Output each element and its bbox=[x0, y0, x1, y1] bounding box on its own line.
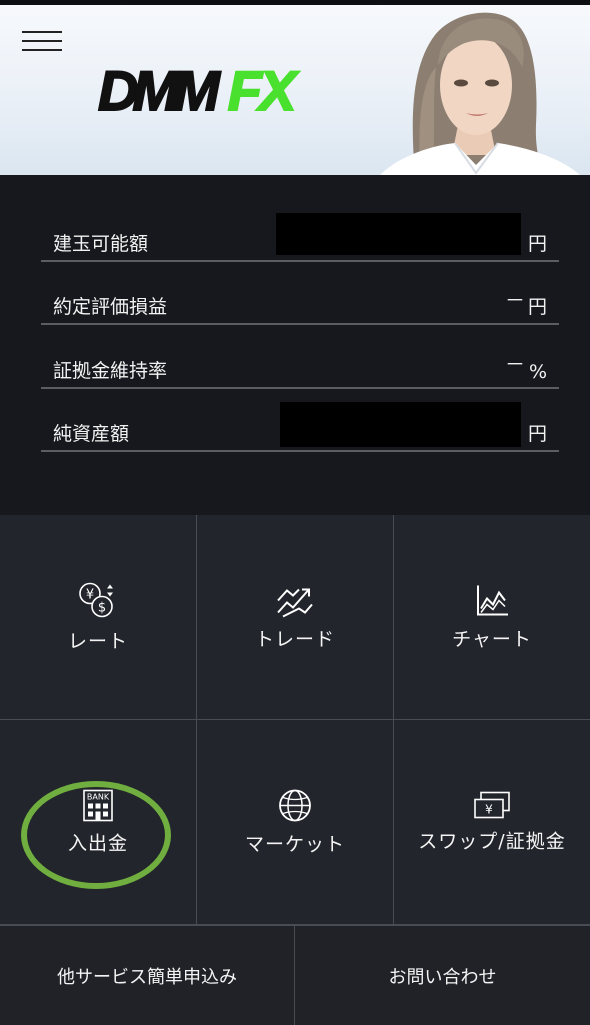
account-row-unit: % bbox=[528, 361, 547, 383]
account-row-value: － bbox=[505, 288, 525, 312]
account-row-label: 建玉可能額 bbox=[53, 233, 149, 255]
menu-item-chart[interactable]: チャート bbox=[394, 515, 590, 720]
menu-item-trade[interactable]: トレード bbox=[197, 515, 394, 720]
globe-icon bbox=[279, 789, 311, 822]
menu-item-swap-margin[interactable]: ¥ スワップ/証拠金 bbox=[394, 720, 590, 925]
menu-item-label: マーケット bbox=[244, 833, 345, 856]
menu-item-label: チャート bbox=[452, 628, 532, 651]
account-row-unit: 円 bbox=[527, 296, 547, 318]
hamburger-menu-icon[interactable] bbox=[22, 29, 62, 53]
logo-dmm: DMM bbox=[97, 59, 221, 122]
menu-item-label: トレード bbox=[254, 628, 335, 651]
svg-text:¥: ¥ bbox=[485, 803, 493, 817]
account-row-label: 証拠金維持率 bbox=[53, 360, 168, 382]
header-banner: DMM FX bbox=[0, 5, 590, 175]
trade-arrows-icon bbox=[277, 588, 313, 618]
redacted-value bbox=[276, 213, 521, 255]
dmm-fx-logo: DMM FX bbox=[97, 62, 297, 120]
account-row-margin-ratio: 証拠金維持率 － % bbox=[41, 345, 559, 389]
svg-text:$: $ bbox=[98, 601, 106, 616]
chart-icon bbox=[477, 585, 508, 616]
menu-item-label: レート bbox=[67, 630, 128, 653]
contact-button[interactable]: お問い合わせ bbox=[295, 926, 590, 1025]
menu-item-label: スワップ/証拠金 bbox=[418, 830, 566, 853]
logo-fx: FX bbox=[227, 59, 298, 122]
account-row-value: － bbox=[505, 352, 525, 376]
account-row-label: 純資産額 bbox=[53, 423, 130, 445]
account-row-unrealized-pl: 約定評価損益 － 円 bbox=[41, 281, 559, 325]
highlight-circle bbox=[21, 781, 171, 889]
menu-item-market[interactable]: マーケット bbox=[197, 720, 394, 925]
bottom-links: 他サービス簡単申込み お問い合わせ bbox=[0, 925, 590, 1025]
account-row-unit: 円 bbox=[527, 423, 547, 445]
other-services-button[interactable]: 他サービス簡単申込み bbox=[0, 926, 295, 1025]
currency-rate-icon: ¥ $ bbox=[79, 582, 113, 618]
model-photo bbox=[380, 12, 580, 175]
menu-item-rate[interactable]: ¥ $ レート bbox=[0, 515, 197, 720]
redacted-value bbox=[280, 402, 521, 447]
account-row-label: 約定評価損益 bbox=[53, 296, 168, 318]
other-services-label: 他サービス簡単申込み bbox=[57, 966, 237, 988]
contact-label: お問い合わせ bbox=[388, 966, 497, 988]
account-row-unit: 円 bbox=[527, 233, 547, 255]
svg-text:¥: ¥ bbox=[86, 588, 94, 603]
yen-notes-icon: ¥ bbox=[474, 791, 510, 819]
account-summary: 建玉可能額 円 約定評価損益 － 円 証拠金維持率 － % 純資産額 円 bbox=[0, 175, 590, 515]
